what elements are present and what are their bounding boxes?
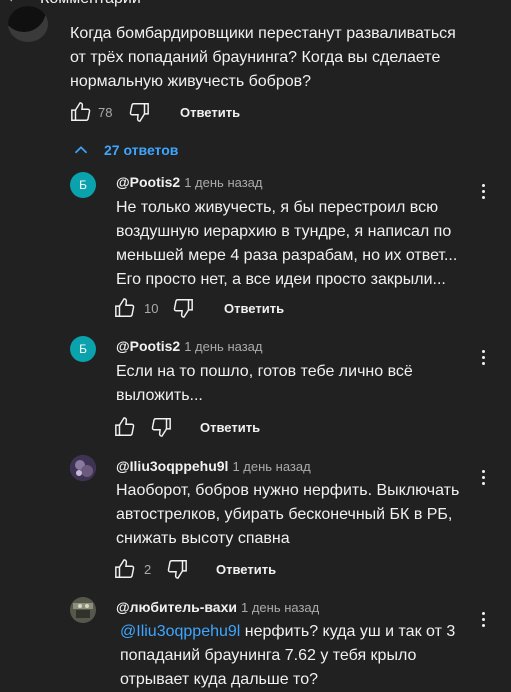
- top-comment-text: Когда бомбардировщики перестанут развали…: [70, 25, 456, 90]
- thumb-down-icon[interactable]: [128, 101, 150, 123]
- avatar[interactable]: [70, 455, 96, 481]
- dislike-button[interactable]: [128, 101, 150, 123]
- avatar[interactable]: [8, 6, 48, 42]
- avatar-image: [70, 597, 96, 623]
- avatar[interactable]: Б: [70, 336, 96, 362]
- thumb-up-icon[interactable]: [114, 558, 136, 580]
- chevron-up-icon: [74, 146, 88, 154]
- dislike-button[interactable]: [150, 416, 172, 438]
- page-title: Комментарии: [40, 0, 141, 8]
- timestamp[interactable]: 1 день назад: [184, 339, 262, 354]
- reply-text: Если на то пошло, готов тебе лично всё в…: [116, 363, 413, 404]
- dislike-button[interactable]: [172, 297, 194, 319]
- author-name[interactable]: @Pootis2: [116, 338, 180, 354]
- thumb-down-icon[interactable]: [172, 297, 194, 319]
- timestamp[interactable]: 1 день назад: [232, 459, 310, 474]
- reply-button[interactable]: Ответить: [216, 562, 276, 577]
- replies-toggle[interactable]: 27 ответов: [70, 141, 178, 159]
- reply-text: Не только живучесть, я бы перестроил всю…: [116, 199, 458, 288]
- avatar[interactable]: [70, 597, 96, 623]
- reply-author[interactable]: @Pootis2 1 день назад: [116, 338, 262, 354]
- reply-author[interactable]: @Pootis2 1 день назад: [116, 174, 262, 190]
- reply-button[interactable]: Ответить: [224, 301, 284, 316]
- reply-text: Наоборот, бобров нужно нерфить. Выключат…: [116, 482, 460, 547]
- thumb-down-icon[interactable]: [150, 416, 172, 438]
- like-button[interactable]: [114, 558, 136, 580]
- reply-button[interactable]: Ответить: [200, 420, 260, 435]
- thumb-up-icon[interactable]: [70, 101, 92, 123]
- mention-link[interactable]: @Iliu3oqppehu9l: [120, 623, 240, 640]
- reply-text: @Iliu3oqppehu9l нерфить? куда уш и так о…: [120, 620, 495, 692]
- reply-author[interactable]: @любитель-вахи 1 день назад: [116, 599, 319, 615]
- avatar[interactable]: Б: [70, 172, 96, 198]
- thumb-up-icon[interactable]: [114, 416, 136, 438]
- reply-author[interactable]: @Iliu3oqppehu9l 1 день назад: [116, 458, 311, 474]
- like-button[interactable]: [70, 101, 92, 123]
- author-name[interactable]: @Iliu3oqppehu9l: [116, 458, 228, 474]
- thumb-up-icon[interactable]: [114, 297, 136, 319]
- avatar-image: [70, 455, 96, 481]
- like-count: 10: [144, 301, 159, 316]
- thumb-down-icon[interactable]: [166, 558, 188, 580]
- timestamp[interactable]: 1 день назад: [184, 175, 262, 190]
- author-name[interactable]: @любитель-вахи: [116, 599, 237, 615]
- like-count: 2: [144, 562, 152, 577]
- dislike-button[interactable]: [166, 558, 188, 580]
- timestamp[interactable]: 1 день назад: [241, 600, 319, 615]
- like-count: 78: [98, 105, 113, 120]
- like-button[interactable]: [114, 297, 136, 319]
- author-name[interactable]: @Pootis2: [116, 174, 180, 190]
- like-button[interactable]: [114, 416, 136, 438]
- reply-button[interactable]: Ответить: [180, 105, 240, 120]
- replies-count[interactable]: 27 ответов: [104, 142, 178, 158]
